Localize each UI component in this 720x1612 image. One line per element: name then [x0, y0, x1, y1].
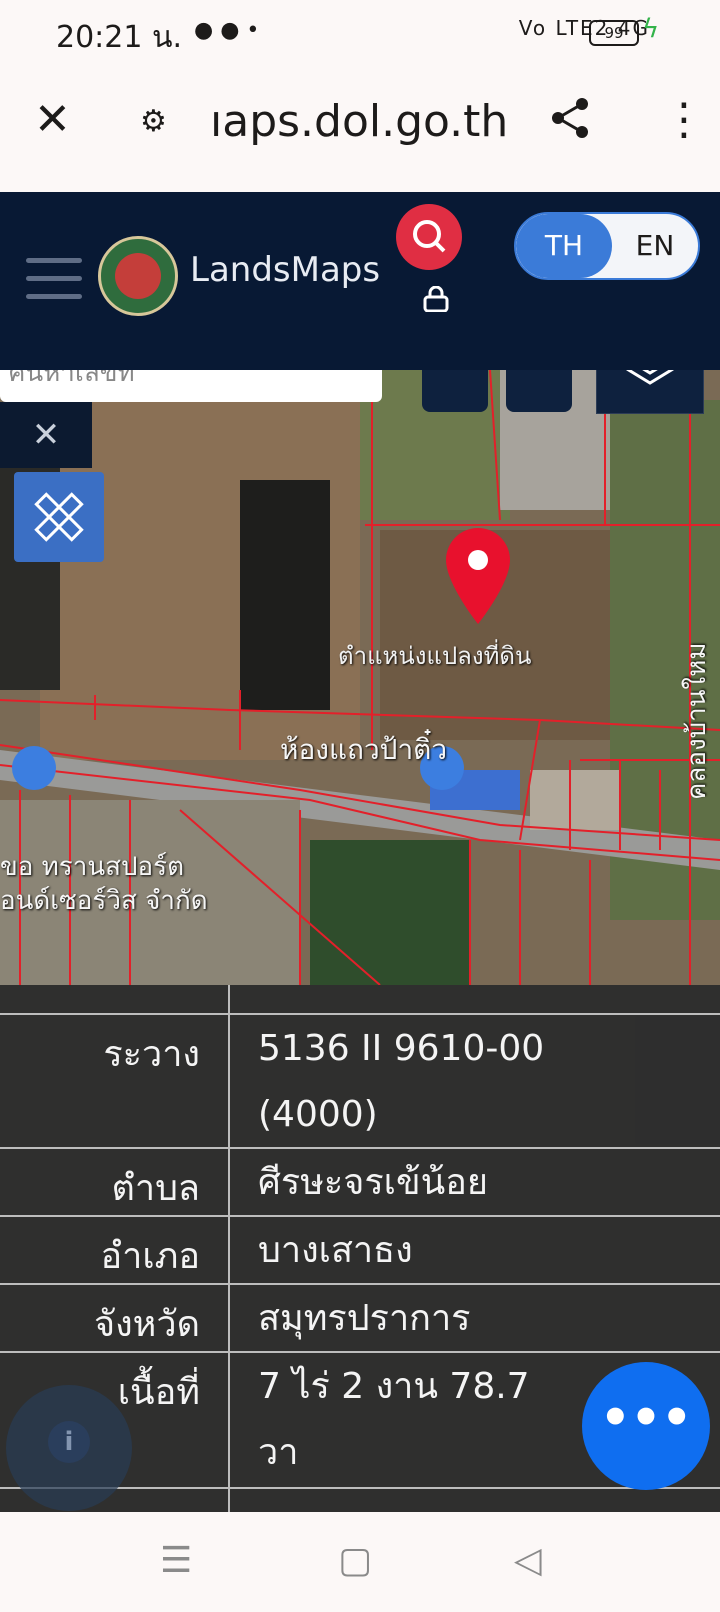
brand-name: LandsMaps — [190, 250, 381, 290]
row-value: บางเสาธง — [258, 1230, 413, 1271]
info-button[interactable]: i — [6, 1385, 132, 1511]
table-row: ตำบล ศีรษะจรเข้น้อย — [0, 1147, 720, 1217]
system-nav-bar: ☰ ▢ ◁ — [0, 1512, 720, 1612]
search-button[interactable] — [396, 204, 462, 270]
table-row: จังหวัด สมุทรปราการ — [0, 1283, 720, 1353]
back-icon[interactable]: ◁ — [514, 1540, 542, 1581]
road-label: คลองบ้านใหม — [682, 642, 712, 801]
parcel-location-label: ตำแหน่งแปลงที่ดิน — [338, 642, 532, 670]
home-icon[interactable]: ▢ — [338, 1540, 372, 1581]
notification-icons: ● ● • — [194, 18, 260, 43]
more-options-icon[interactable]: ⋮ — [662, 94, 706, 145]
map-tool-button[interactable] — [422, 370, 488, 412]
row-label: จังหวัด — [94, 1304, 200, 1345]
lang-th-button[interactable]: TH — [516, 214, 612, 278]
row-value: สมุทรปราการ — [258, 1298, 471, 1339]
info-icon: i — [48, 1421, 90, 1463]
menu-icon[interactable] — [26, 258, 82, 312]
business-label: ขอ ทรานสปอร์ต อนด์เซอร์วิส จำกัด — [0, 850, 208, 918]
business-label-line1: ขอ ทรานสปอร์ต — [0, 852, 184, 882]
row-value: ศีรษะจรเข้น้อย — [258, 1162, 488, 1203]
search-icon — [413, 220, 446, 253]
row-label: ตำบล — [111, 1168, 200, 1209]
ruler-pencil-icon — [34, 492, 84, 542]
status-bar: 20:21 น. ● ● • Vo LTE2 4G 99 ϟ — [0, 0, 720, 66]
lang-en-button[interactable]: EN — [612, 214, 698, 278]
row-label: ระวาง — [103, 1034, 200, 1075]
charging-icon: ϟ — [642, 14, 660, 44]
share-icon[interactable] — [548, 96, 592, 140]
lock-icon[interactable] — [422, 286, 450, 312]
layers-button[interactable] — [596, 370, 704, 414]
layers-icon — [626, 370, 674, 385]
status-time: 20:21 น. — [56, 20, 183, 55]
url-text[interactable]: ıaps.dol.go.th — [210, 96, 508, 147]
search-input-text: ค้นหาเลขที่ — [8, 370, 135, 388]
dol-logo — [98, 236, 178, 316]
site-settings-icon[interactable]: ⚙ — [140, 104, 167, 139]
language-toggle[interactable]: TH EN — [514, 212, 700, 280]
app-header: LandsMaps TH EN — [0, 192, 720, 370]
map-measure-button[interactable] — [506, 370, 572, 412]
parcel-search-input[interactable]: ค้นหาเลขที่ — [0, 370, 382, 402]
row-label: อำเภอ — [100, 1236, 201, 1277]
draw-tool-button[interactable] — [14, 472, 104, 562]
close-tab-button[interactable]: ✕ — [34, 94, 71, 145]
table-row: ระวาง 5136 II 9610-00 (4000) — [0, 1013, 720, 1149]
close-tools-button[interactable]: ✕ — [0, 402, 92, 468]
battery-icon: 99 — [589, 20, 639, 46]
map-view[interactable]: ค้นหาเลขที่ ✕ ตำแหน่งแปลงที่ดิน ห้องแถวป… — [0, 370, 720, 985]
row-value-cont: (4000) — [258, 1094, 378, 1135]
row-value: 5136 II 9610-00 — [258, 1028, 545, 1069]
business-label-line2: อนด์เซอร์วิส จำกัด — [0, 886, 208, 916]
more-actions-button[interactable]: ••• — [582, 1362, 710, 1490]
recent-apps-icon[interactable]: ☰ — [160, 1540, 192, 1581]
place-label: ห้องแถวป้าติ๋ว — [280, 733, 448, 766]
table-row: อำเภอ บางเสาธง — [0, 1215, 720, 1285]
browser-toolbar: ✕ ⚙ ıaps.dol.go.th ⋮ — [0, 66, 720, 192]
